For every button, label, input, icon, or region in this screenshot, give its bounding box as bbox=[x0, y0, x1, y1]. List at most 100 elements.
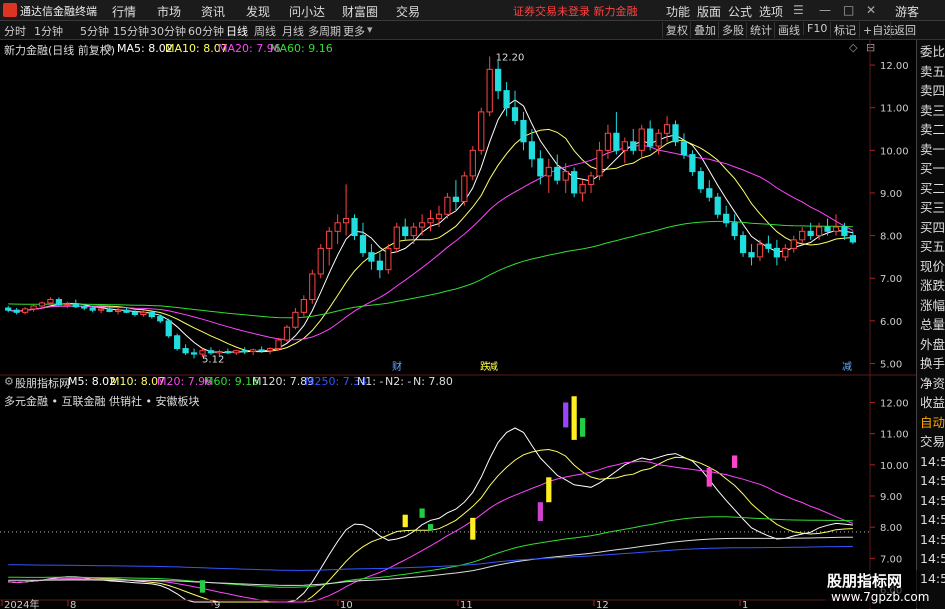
candle-1 bbox=[13, 308, 20, 315]
main-y-tick-7: 5.00 bbox=[880, 359, 902, 370]
candle-55 bbox=[469, 146, 476, 181]
watermark: 股朋指标网 www.7gpzb.com bbox=[825, 570, 929, 608]
maximize-icon[interactable]: □ bbox=[843, 3, 854, 17]
adjust-button[interactable]: 复权 bbox=[662, 22, 688, 38]
candle-87 bbox=[739, 231, 747, 257]
time-axis: 2024年 8 9 10 11 12 1 bbox=[0, 598, 916, 609]
period-1min[interactable]: 1分钟 bbox=[34, 23, 63, 39]
mark-button[interactable]: 标记 bbox=[830, 22, 856, 38]
side-panel-label-17: 净资 bbox=[920, 375, 945, 391]
more-dropdown-icon[interactable]: ▾ bbox=[367, 23, 373, 36]
candle-54 bbox=[461, 171, 468, 206]
period-more[interactable]: 更多 bbox=[343, 23, 365, 39]
candle-37 bbox=[317, 244, 324, 279]
close-icon[interactable]: ✕ bbox=[866, 3, 876, 17]
side-panel-label-3: 卖三 bbox=[920, 102, 945, 118]
candle-88 bbox=[748, 244, 755, 266]
candle-12 bbox=[106, 307, 113, 313]
side-panel-label-20[interactable]: 交易 bbox=[920, 434, 945, 450]
menu-trade[interactable]: 交易 bbox=[396, 3, 420, 20]
period-daily[interactable]: 日线 bbox=[226, 23, 248, 39]
high-price-label: 12.20 bbox=[496, 53, 525, 64]
candle-90 bbox=[765, 235, 772, 253]
main-chart-grid bbox=[0, 40, 916, 609]
period-multi[interactable]: 多周期 bbox=[308, 23, 341, 39]
x-axis-label-3: 10 bbox=[340, 600, 353, 609]
candle-64 bbox=[545, 158, 552, 193]
menu-options[interactable]: 选项 bbox=[759, 3, 783, 20]
draw-button[interactable]: 画线 bbox=[774, 22, 800, 38]
candle-42 bbox=[359, 222, 367, 257]
candle-38 bbox=[326, 227, 333, 266]
period-15min[interactable]: 15分钟 bbox=[113, 23, 149, 39]
period-monthly[interactable]: 月线 bbox=[282, 23, 304, 39]
chart-area[interactable]: 12.00 11.00 10.00 9.00 8.00 7.00 6.00 5.00 12.0… bbox=[0, 40, 916, 609]
menu-quotes[interactable]: 行情 bbox=[112, 3, 136, 20]
candle-16 bbox=[140, 310, 147, 317]
candle-39 bbox=[334, 214, 341, 245]
period-tick[interactable]: 分时 bbox=[4, 23, 26, 39]
menu-wealth[interactable]: 财富圈 bbox=[342, 3, 378, 20]
candle-68 bbox=[579, 180, 586, 202]
candle-79 bbox=[672, 120, 679, 147]
menu-function[interactable]: 功能 bbox=[666, 3, 690, 20]
main-price-axis: 12.00 11.00 10.00 9.00 8.00 7.00 6.00 5.00 bbox=[870, 61, 909, 370]
candle-26 bbox=[224, 348, 231, 355]
multi-stock-button[interactable]: 多股 bbox=[718, 22, 744, 38]
app-name: 通达信金融终端 bbox=[20, 5, 97, 18]
candle-91 bbox=[773, 239, 780, 266]
period-30min[interactable]: 30分钟 bbox=[150, 23, 186, 39]
candle-46 bbox=[393, 222, 400, 253]
candle-53 bbox=[452, 180, 460, 210]
menu-layout[interactable]: 版面 bbox=[697, 3, 721, 20]
side-panel-label-19[interactable]: 自动 bbox=[920, 415, 945, 431]
candle-97 bbox=[824, 218, 831, 236]
minimize-icon[interactable]: — bbox=[819, 3, 831, 17]
candle-61 bbox=[520, 111, 527, 151]
candle-14 bbox=[123, 308, 130, 314]
menu-discover[interactable]: 发现 bbox=[246, 3, 270, 20]
overlay-button[interactable]: 叠加 bbox=[690, 22, 716, 38]
app-logo-icon bbox=[3, 3, 17, 17]
back-button[interactable]: 返回 bbox=[890, 22, 916, 38]
candle-56 bbox=[478, 107, 485, 155]
period-60min[interactable]: 60分钟 bbox=[188, 23, 224, 39]
candle-82 bbox=[697, 167, 704, 193]
main-y-tick-2: 10.00 bbox=[880, 146, 909, 157]
candle-80 bbox=[680, 133, 688, 159]
candle-57 bbox=[486, 56, 493, 117]
signal-bar-0 bbox=[199, 580, 206, 593]
candle-34 bbox=[292, 308, 299, 330]
f10-button[interactable]: F10 bbox=[803, 22, 827, 35]
login-notice[interactable]: 证券交易未登录 新力金融 bbox=[513, 3, 638, 19]
sub-y-tick-3: 9.00 bbox=[880, 492, 902, 503]
menu-news[interactable]: 资讯 bbox=[201, 3, 225, 20]
side-panel-label-9: 买四 bbox=[920, 219, 945, 235]
menu-market[interactable]: 市场 bbox=[157, 3, 181, 20]
candle-21 bbox=[182, 344, 189, 355]
candle-36 bbox=[309, 269, 316, 304]
signal-bar-5 bbox=[537, 502, 543, 521]
candle-83 bbox=[706, 180, 713, 202]
candle-100 bbox=[849, 231, 857, 245]
side-panel-label-10: 买五 bbox=[920, 239, 945, 254]
candle-85 bbox=[723, 205, 730, 228]
period-5min[interactable]: 5分钟 bbox=[80, 23, 109, 39]
candle-20 bbox=[174, 333, 181, 351]
stats-button[interactable]: 统计 bbox=[746, 22, 772, 38]
candle-22 bbox=[190, 348, 198, 359]
candle-28 bbox=[241, 347, 248, 355]
candle-4 bbox=[38, 301, 46, 309]
menu-ask[interactable]: 问小达 bbox=[289, 3, 325, 20]
add-watchlist-button[interactable]: +自选 bbox=[859, 22, 894, 38]
menu-formula[interactable]: 公式 bbox=[728, 3, 752, 20]
event-marker-reduce-2: 减 bbox=[488, 361, 498, 373]
side-panel-label-1: 卖五 bbox=[920, 63, 945, 79]
x-axis-label-2: 9 bbox=[214, 600, 220, 609]
guest-label[interactable]: 游客 bbox=[895, 3, 919, 20]
sub-y-tick-5: 7.00 bbox=[880, 554, 902, 565]
period-weekly[interactable]: 周线 bbox=[254, 23, 276, 39]
candle-44 bbox=[376, 252, 383, 279]
side-panel-label-27: 14:56 bbox=[920, 570, 945, 586]
window-menu-icon[interactable]: ☰ bbox=[793, 3, 804, 17]
